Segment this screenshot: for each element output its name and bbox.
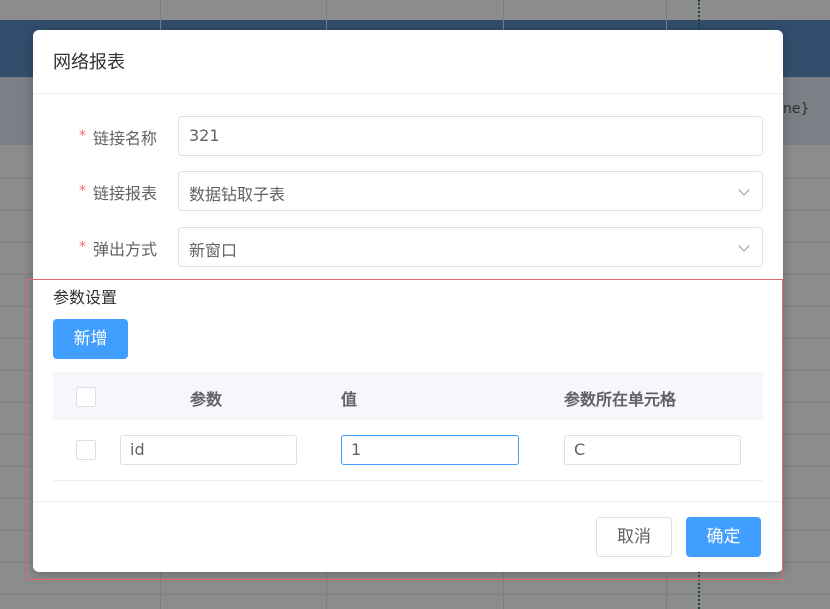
required-asterisk: * xyxy=(79,183,86,199)
link-name-input[interactable]: 321 xyxy=(178,116,763,156)
popup-mode-select[interactable]: 新窗口 xyxy=(178,227,763,267)
link-report-label: 链接报表 xyxy=(93,184,158,203)
highlight-frame xyxy=(27,279,783,580)
link-name-value: 321 xyxy=(189,126,220,145)
form-row-link-name: * 链接名称 321 xyxy=(33,116,783,156)
required-asterisk: * xyxy=(79,128,86,144)
required-asterisk: * xyxy=(79,239,86,255)
dialog-title: 网络报表 xyxy=(53,52,125,73)
chevron-down-icon xyxy=(738,240,750,252)
popup-mode-value: 新窗口 xyxy=(189,241,238,260)
form-row-link-report: * 链接报表 数据钻取子表 xyxy=(33,171,783,211)
divider xyxy=(33,93,783,94)
link-report-select[interactable]: 数据钻取子表 xyxy=(178,171,763,211)
chevron-down-icon xyxy=(738,184,750,196)
popup-mode-label: 弹出方式 xyxy=(93,240,158,259)
form-row-popup-mode: * 弹出方式 新窗口 xyxy=(33,227,783,267)
link-name-label: 链接名称 xyxy=(93,129,158,148)
link-report-value: 数据钻取子表 xyxy=(189,185,286,204)
